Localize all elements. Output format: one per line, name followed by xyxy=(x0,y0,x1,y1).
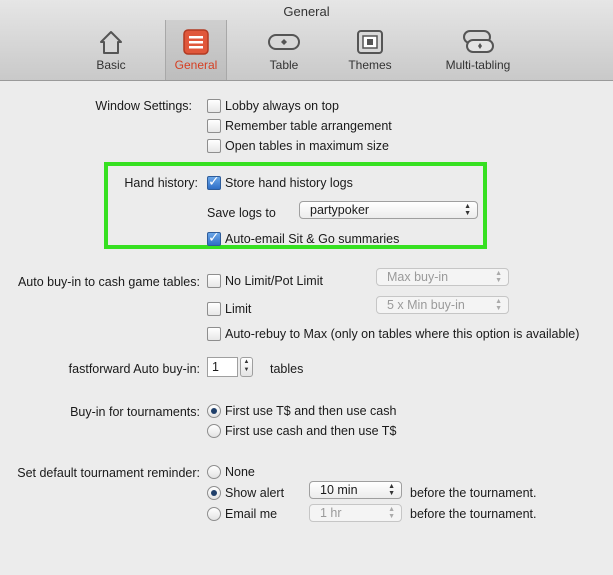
auto-email-label: Auto-email Sit & Go summaries xyxy=(225,232,400,246)
toolbar-label: Basic xyxy=(96,58,126,72)
show-alert-time-value: 10 min xyxy=(320,483,358,497)
store-logs-label: Store hand history logs xyxy=(225,176,353,190)
open-max-size-label: Open tables in maximum size xyxy=(225,139,389,153)
window-settings-label: Window Settings: xyxy=(95,99,192,113)
lobby-on-top-label: Lobby always on top xyxy=(225,99,339,113)
toolbar-tab-basic[interactable]: Basic xyxy=(80,22,142,80)
select-arrows-icon: ▲ ▼ xyxy=(495,270,502,284)
email-me-suffix: before the tournament. xyxy=(410,507,537,521)
auto-email-checkbox[interactable] xyxy=(207,229,221,246)
remember-arrangement-label: Remember table arrangement xyxy=(225,119,392,133)
reminder-show-alert-label: Show alert xyxy=(225,486,285,500)
use-tdollars-first-radio[interactable] xyxy=(207,404,221,418)
limit-buyin-value: 5 x Min buy-in xyxy=(387,298,465,312)
table-icon xyxy=(268,34,300,50)
hand-history-label: Hand history: xyxy=(124,176,198,190)
reminder-email-me-radio[interactable] xyxy=(207,507,221,521)
themes-icon xyxy=(357,30,383,54)
show-alert-time-select[interactable]: 10 min ▲ ▼ xyxy=(309,481,402,499)
toolbar-label: General xyxy=(174,58,218,72)
save-logs-select[interactable]: partypoker ▲ ▼ xyxy=(299,201,478,219)
fastforward-tables-input[interactable]: 1 xyxy=(207,357,238,377)
open-max-size-checkbox[interactable] xyxy=(207,139,221,153)
stepper-down-icon: ▼ xyxy=(243,367,250,373)
email-me-time-value: 1 hr xyxy=(320,506,342,520)
toolbar-tab-multi-tabling[interactable]: Multi-tabling xyxy=(435,22,521,80)
auto-buyin-label: Auto buy-in to cash game tables: xyxy=(17,275,200,289)
reminder-none-radio[interactable] xyxy=(207,465,221,479)
fastforward-suffix: tables xyxy=(270,362,304,376)
select-arrows-icon: ▲ ▼ xyxy=(495,298,502,312)
toolbar-label: Table xyxy=(269,58,299,72)
list-icon xyxy=(183,29,209,55)
fastforward-stepper[interactable]: ▲ ▼ xyxy=(240,357,253,377)
house-icon xyxy=(100,31,122,54)
auto-rebuy-label: Auto-rebuy to Max (only on tables where … xyxy=(225,327,580,341)
auto-rebuy-checkbox[interactable] xyxy=(207,327,221,341)
remember-arrangement-checkbox[interactable] xyxy=(207,119,221,133)
window-titlebar: General Basic General Table Themes Multi… xyxy=(0,0,613,81)
use-cash-first-label: First use cash and then use T$ xyxy=(225,424,397,438)
select-arrows-icon: ▲ ▼ xyxy=(388,506,395,520)
reminder-label: Set default tournament reminder: xyxy=(17,466,200,480)
reminder-email-me-label: Email me xyxy=(225,507,278,521)
save-logs-value: partypoker xyxy=(310,203,370,217)
reminder-show-alert-radio[interactable] xyxy=(207,486,221,500)
no-limit-buyin-value: Max buy-in xyxy=(387,270,449,284)
tournament-buyin-label: Buy-in for tournaments: xyxy=(70,405,200,419)
no-limit-buyin-select[interactable]: Max buy-in ▲ ▼ xyxy=(376,268,509,286)
store-logs-checkbox[interactable] xyxy=(207,173,221,190)
toolbar-tab-general[interactable]: General xyxy=(165,20,227,80)
lobby-on-top-checkbox[interactable] xyxy=(207,99,221,113)
toolbar-label: Themes xyxy=(348,58,392,72)
multitable-icon xyxy=(463,30,494,53)
toolbar-label: Multi-tabling xyxy=(445,58,511,72)
save-logs-label: Save logs to xyxy=(207,206,276,220)
limit-checkbox[interactable] xyxy=(207,302,221,316)
show-alert-suffix: before the tournament. xyxy=(410,486,537,500)
no-limit-checkbox[interactable] xyxy=(207,274,221,288)
fastforward-label: fastforward Auto buy-in: xyxy=(68,362,200,376)
window-title: General xyxy=(283,4,330,19)
limit-buyin-select[interactable]: 5 x Min buy-in ▲ ▼ xyxy=(376,296,509,314)
reminder-none-label: None xyxy=(225,465,255,479)
limit-label: Limit xyxy=(225,302,252,316)
toolbar-tab-themes[interactable]: Themes xyxy=(340,22,400,80)
select-arrows-icon: ▲ ▼ xyxy=(464,203,471,217)
fastforward-tables-value: 1 xyxy=(212,360,219,374)
stepper-up-icon: ▲ xyxy=(243,359,250,365)
no-limit-label: No Limit/Pot Limit xyxy=(225,274,323,288)
select-arrows-icon: ▲ ▼ xyxy=(388,483,395,497)
toolbar-tab-table[interactable]: Table xyxy=(256,22,312,80)
use-cash-first-radio[interactable] xyxy=(207,424,221,438)
email-me-time-select[interactable]: 1 hr ▲ ▼ xyxy=(309,504,402,522)
use-tdollars-first-label: First use T$ and then use cash xyxy=(225,404,397,418)
